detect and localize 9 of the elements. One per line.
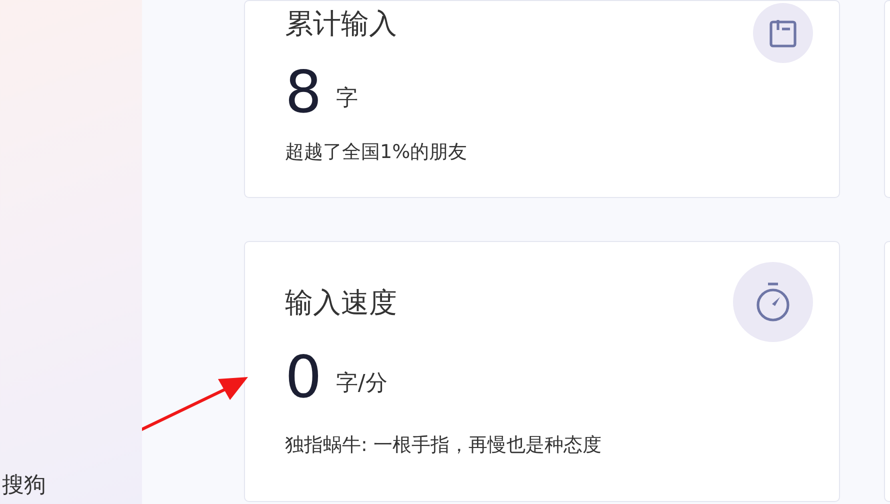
card-title: 输入速度: [285, 285, 397, 321]
stat-unit: 字: [336, 85, 358, 113]
stat-note: 超越了全国1%的朋友: [285, 140, 468, 165]
stat-unit: 字/分: [336, 370, 388, 398]
stat-note: 独指蜗牛: 一根手指，再慢也是种态度: [285, 433, 602, 458]
brand-label: 搜狗: [2, 472, 46, 500]
stat-value: 8: [285, 63, 322, 121]
card-title: 累计输入: [285, 6, 397, 42]
stat-value: 0: [285, 348, 322, 406]
